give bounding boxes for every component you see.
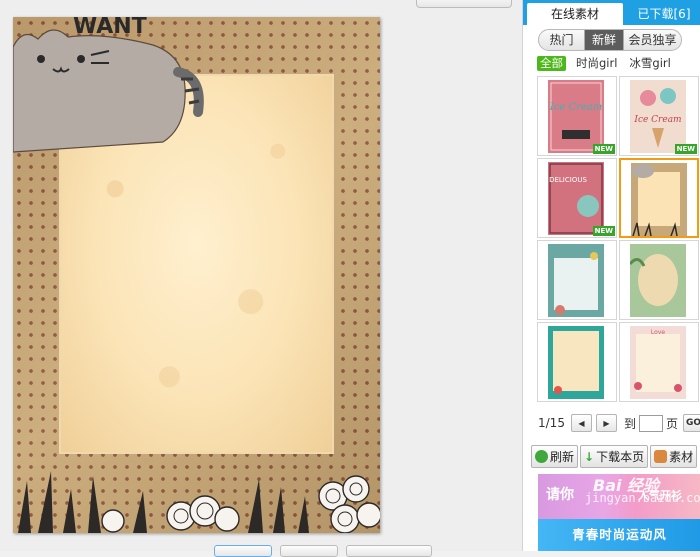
- toolbar-button[interactable]: [416, 0, 512, 8]
- ice-cream-poster-icon: Ice Cream: [548, 80, 604, 153]
- garden-poster-icon: [630, 244, 686, 317]
- refresh-icon: [535, 450, 548, 463]
- rotate-button[interactable]: [280, 545, 338, 557]
- caret-left-icon: ◀: [578, 418, 585, 428]
- template-thumb[interactable]: [537, 240, 617, 320]
- delicious-poster-icon: DELICIOUS: [548, 162, 604, 235]
- watermark-url: jingyan.baidu.com: [585, 491, 700, 505]
- cat-sticker-icon: WANT: [13, 17, 204, 153]
- filter-ice-girl[interactable]: 冰雪girl: [627, 56, 672, 71]
- poster-preview[interactable]: WANT: [13, 17, 380, 533]
- floral-poster-icon: [548, 244, 604, 317]
- new-badge: NEW: [592, 226, 615, 236]
- template-thumb[interactable]: Ice Cream NEW: [619, 76, 699, 156]
- new-badge: NEW: [674, 144, 697, 154]
- caret-right-icon: ▶: [603, 418, 610, 428]
- filter-all[interactable]: 全部: [537, 56, 566, 71]
- page-number-input[interactable]: [638, 414, 663, 432]
- template-thumb-selected[interactable]: [619, 158, 699, 238]
- filter-bar: 全部 时尚girl 冰雪girl: [537, 56, 673, 71]
- canvas-area: WANT: [0, 0, 522, 557]
- tab-online-materials[interactable]: 在线素材: [527, 3, 623, 25]
- ice-cream-poster-icon: Ice Cream: [630, 80, 686, 153]
- pagination: 1/15 ◀ ▶ 到 页 GO: [538, 414, 700, 432]
- poster-grass-decoration: [18, 471, 380, 533]
- segment-new[interactable]: 新鲜: [584, 30, 624, 50]
- page-label: 页: [665, 416, 678, 431]
- action-bar: 刷新 ↓ 下载本页 素材: [531, 445, 698, 468]
- template-thumbnail-grid: Ice Cream NEW Ice Cream NEW DELICIOUS NE…: [537, 76, 700, 404]
- thumb-title: Love: [651, 329, 665, 336]
- template-thumb[interactable]: DELICIOUS NEW: [537, 158, 617, 238]
- love-poster-icon: Love: [630, 326, 686, 399]
- refresh-label: 刷新: [550, 450, 575, 464]
- download-arrow-icon: ↓: [584, 449, 595, 464]
- go-button[interactable]: GO: [682, 414, 700, 432]
- refresh-button[interactable]: 刷新: [531, 445, 579, 468]
- template-thumb[interactable]: Love: [619, 322, 699, 402]
- ad-banner-line1: 请你: [546, 487, 574, 503]
- page-indicator: 1/15: [538, 416, 565, 430]
- sidebar-tabs: 在线素材 已下载[6]: [523, 0, 700, 25]
- thumb-title: DELICIOUS: [549, 176, 587, 184]
- thumb-title: Ice Cream: [549, 102, 602, 113]
- template-thumb[interactable]: Ice Cream NEW: [537, 76, 617, 156]
- filter-fashion-girl[interactable]: 时尚girl: [574, 56, 619, 71]
- segment-hot[interactable]: 热门: [539, 30, 584, 50]
- category-segmented-control: 热门 新鲜 会员独享: [538, 29, 682, 51]
- save-poster-button[interactable]: [346, 545, 432, 557]
- ad-banner-bottom-text: 青春时尚运动风: [538, 519, 700, 551]
- download-page-button[interactable]: ↓ 下载本页: [580, 445, 649, 468]
- thumb-title: Ice Cream: [633, 115, 681, 125]
- segment-vip[interactable]: 会员独享: [624, 30, 681, 50]
- goto-label: 到: [623, 416, 636, 431]
- material-label: 素材: [669, 450, 694, 464]
- template-thumb[interactable]: [619, 240, 699, 320]
- zoom-button[interactable]: [214, 545, 272, 557]
- cat-poster-icon: [631, 163, 687, 236]
- material-sidebar: 在线素材 已下载[6] 热门 新鲜 会员独享 全部 时尚girl 冰雪girl …: [522, 0, 700, 551]
- prev-page-button[interactable]: ◀: [570, 414, 592, 432]
- download-page-label: 下载本页: [596, 450, 645, 464]
- tab-downloaded[interactable]: 已下载[6]: [627, 3, 700, 25]
- material-box-icon: [654, 450, 668, 463]
- teal-frame-poster-icon: [548, 326, 604, 399]
- next-page-button[interactable]: ▶: [595, 414, 617, 432]
- template-thumb[interactable]: [537, 322, 617, 402]
- material-button[interactable]: 素材: [650, 445, 698, 468]
- new-badge: NEW: [592, 144, 615, 154]
